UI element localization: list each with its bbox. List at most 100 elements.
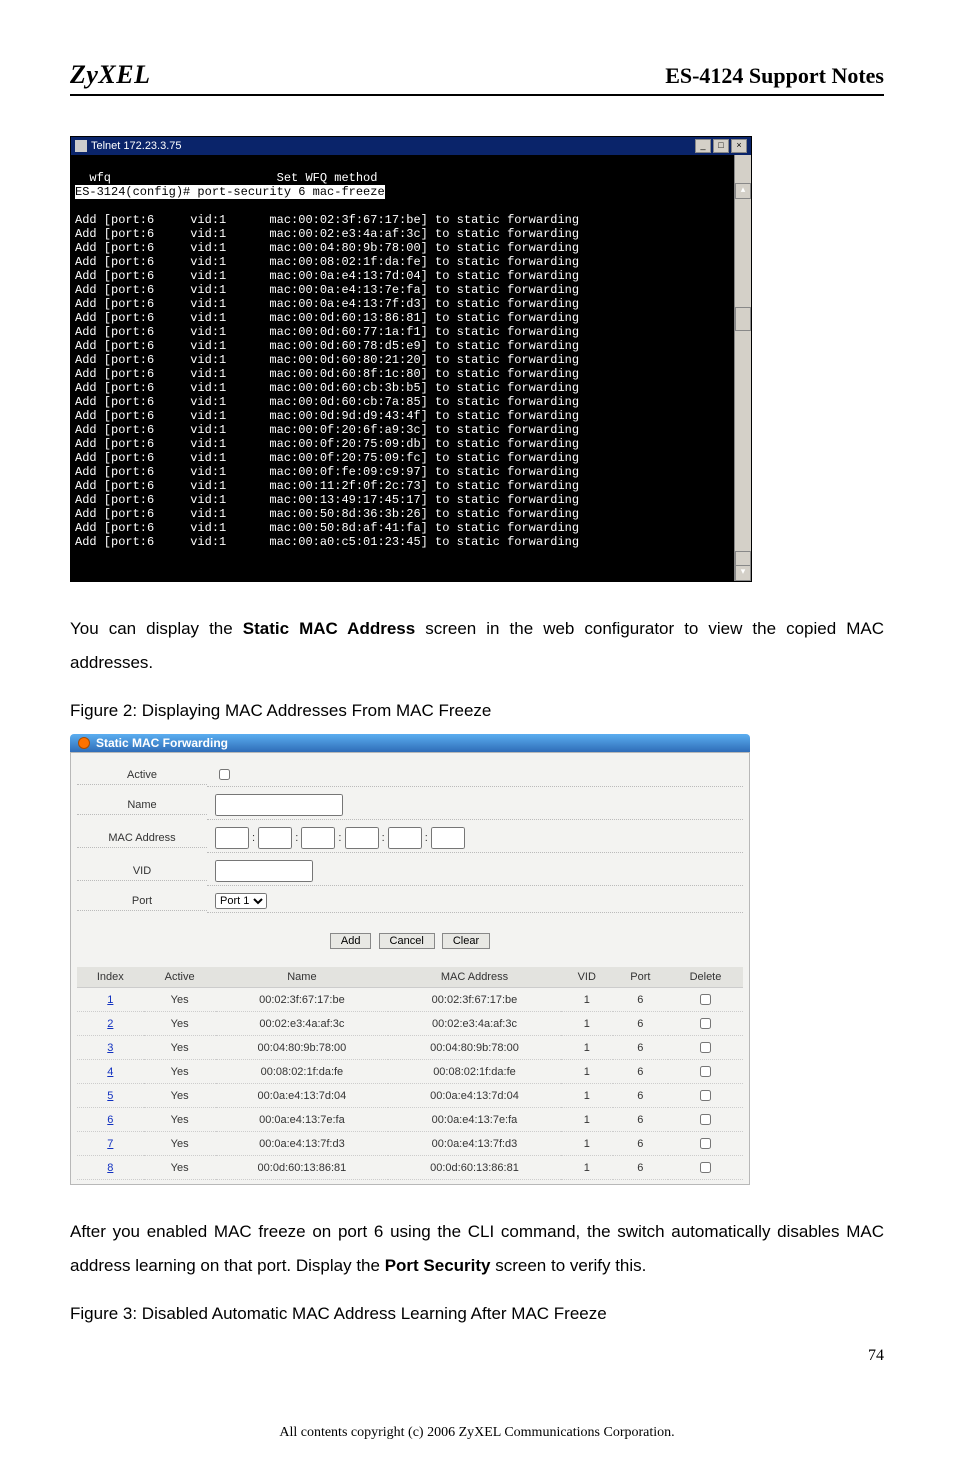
figure-3-caption: Figure 3: Disabled Automatic MAC Address…	[70, 1300, 884, 1327]
cell-mac: 00:02:3f:67:17:be	[388, 988, 561, 1012]
index-link[interactable]: 4	[107, 1066, 113, 1078]
table-row: 8Yes00:0d:60:13:86:8100:0d:60:13:86:8116	[77, 1156, 743, 1180]
table-row: 5Yes00:0a:e4:13:7d:0400:0a:e4:13:7d:0416	[77, 1084, 743, 1108]
delete-checkbox[interactable]	[700, 1066, 711, 1077]
cell-delete	[668, 1132, 743, 1156]
cell-delete	[668, 1060, 743, 1084]
label-port: Port	[77, 892, 207, 911]
mac-seg-1[interactable]	[215, 827, 249, 849]
terminal-prompt: ES-3124(config)# port-security 6 mac-fre…	[75, 185, 385, 199]
cell-vid: 1	[561, 988, 613, 1012]
table-row: 2Yes00:02:e3:4a:af:3c00:02:e3:4a:af:3c16	[77, 1012, 743, 1036]
cell-vid: 1	[561, 1036, 613, 1060]
delete-checkbox[interactable]	[700, 1090, 711, 1101]
cell-mac: 00:0a:e4:13:7e:fa	[388, 1108, 561, 1132]
label-name: Name	[77, 796, 207, 815]
cell-vid: 1	[561, 1012, 613, 1036]
telnet-window: Telnet 172.23.3.75 _ □ × wfq Set WFQ met…	[70, 136, 752, 582]
telnet-icon	[75, 140, 87, 152]
label-active: Active	[77, 766, 207, 785]
index-link[interactable]: 3	[107, 1042, 113, 1054]
mac-seg-4[interactable]	[345, 827, 379, 849]
cell-name: 00:08:02:1f:da:fe	[216, 1060, 389, 1084]
telnet-title: Telnet 172.23.3.75	[91, 140, 182, 152]
label-vid: VID	[77, 862, 207, 881]
smf-header: Static MAC Forwarding	[70, 734, 750, 752]
telnet-titlebar: Telnet 172.23.3.75 _ □ ×	[71, 137, 751, 155]
cell-mac: 00:04:80:9b:78:00	[388, 1036, 561, 1060]
cell-index: 4	[77, 1060, 144, 1084]
cancel-button[interactable]: Cancel	[379, 933, 435, 949]
cell-mac: 00:08:02:1f:da:fe	[388, 1060, 561, 1084]
delete-checkbox[interactable]	[700, 1018, 711, 1029]
smf-table: IndexActiveNameMAC AddressVIDPortDelete …	[77, 967, 743, 1180]
delete-checkbox[interactable]	[700, 1138, 711, 1149]
cell-index: 7	[77, 1132, 144, 1156]
cell-vid: 1	[561, 1108, 613, 1132]
index-link[interactable]: 5	[107, 1090, 113, 1102]
cell-vid: 1	[561, 1084, 613, 1108]
cell-port: 6	[613, 1108, 668, 1132]
cell-index: 5	[77, 1084, 144, 1108]
cell-name: 00:04:80:9b:78:00	[216, 1036, 389, 1060]
index-link[interactable]: 8	[107, 1162, 113, 1174]
scroll-up-icon[interactable]: ▴	[735, 183, 751, 199]
scroll-down-icon[interactable]: ▾	[735, 565, 751, 581]
maximize-icon[interactable]: □	[713, 139, 729, 153]
name-input[interactable]	[215, 794, 343, 816]
mac-seg-2[interactable]	[258, 827, 292, 849]
col-mac-address: MAC Address	[388, 967, 561, 988]
copyright: All contents copyright (c) 2006 ZyXEL Co…	[70, 1425, 884, 1441]
cell-delete	[668, 1084, 743, 1108]
smf-title: Static MAC Forwarding	[96, 736, 228, 750]
doc-title: ES-4124 Support Notes	[665, 63, 884, 89]
delete-checkbox[interactable]	[700, 1162, 711, 1173]
clear-button[interactable]: Clear	[442, 933, 490, 949]
close-icon[interactable]: ×	[731, 139, 747, 153]
cell-index: 3	[77, 1036, 144, 1060]
delete-checkbox[interactable]	[700, 994, 711, 1005]
cell-active: Yes	[144, 988, 216, 1012]
minimize-icon[interactable]: _	[695, 139, 711, 153]
figure-2-caption: Figure 2: Displaying MAC Addresses From …	[70, 697, 884, 724]
mac-seg-3[interactable]	[301, 827, 335, 849]
cell-index: 1	[77, 988, 144, 1012]
index-link[interactable]: 2	[107, 1018, 113, 1030]
col-delete: Delete	[668, 967, 743, 988]
cell-active: Yes	[144, 1132, 216, 1156]
col-port: Port	[613, 967, 668, 988]
static-mac-forwarding-panel: Static MAC Forwarding Active Name MAC Ad…	[70, 734, 750, 1185]
delete-checkbox[interactable]	[700, 1114, 711, 1125]
vid-input[interactable]	[215, 860, 313, 882]
cell-delete	[668, 1108, 743, 1132]
mac-seg-5[interactable]	[388, 827, 422, 849]
add-button[interactable]: Add	[330, 933, 372, 949]
cell-active: Yes	[144, 1108, 216, 1132]
port-select[interactable]: Port 1	[215, 893, 267, 909]
mac-seg-6[interactable]	[431, 827, 465, 849]
cell-port: 6	[613, 1012, 668, 1036]
cell-delete	[668, 1012, 743, 1036]
cell-name: 00:0d:60:13:86:81	[216, 1156, 389, 1180]
index-link[interactable]: 6	[107, 1114, 113, 1126]
cell-vid: 1	[561, 1132, 613, 1156]
cell-mac: 00:02:e3:4a:af:3c	[388, 1012, 561, 1036]
active-checkbox[interactable]	[219, 769, 230, 780]
mac-input-group: : : : : :	[207, 824, 743, 853]
index-link[interactable]: 1	[107, 994, 113, 1006]
cell-delete	[668, 1156, 743, 1180]
scroll-thumb[interactable]	[735, 307, 751, 331]
cell-active: Yes	[144, 1060, 216, 1084]
cell-port: 6	[613, 1036, 668, 1060]
led-icon	[78, 737, 90, 749]
cell-delete	[668, 1036, 743, 1060]
label-mac: MAC Address	[77, 829, 207, 848]
cell-name: 00:02:e3:4a:af:3c	[216, 1012, 389, 1036]
delete-checkbox[interactable]	[700, 1042, 711, 1053]
cell-port: 6	[613, 1084, 668, 1108]
index-link[interactable]: 7	[107, 1138, 113, 1150]
scrollbar[interactable]: ▴ ▾	[734, 155, 751, 581]
cell-name: 00:0a:e4:13:7d:04	[216, 1084, 389, 1108]
table-row: 1Yes00:02:3f:67:17:be00:02:3f:67:17:be16	[77, 988, 743, 1012]
cell-active: Yes	[144, 1012, 216, 1036]
